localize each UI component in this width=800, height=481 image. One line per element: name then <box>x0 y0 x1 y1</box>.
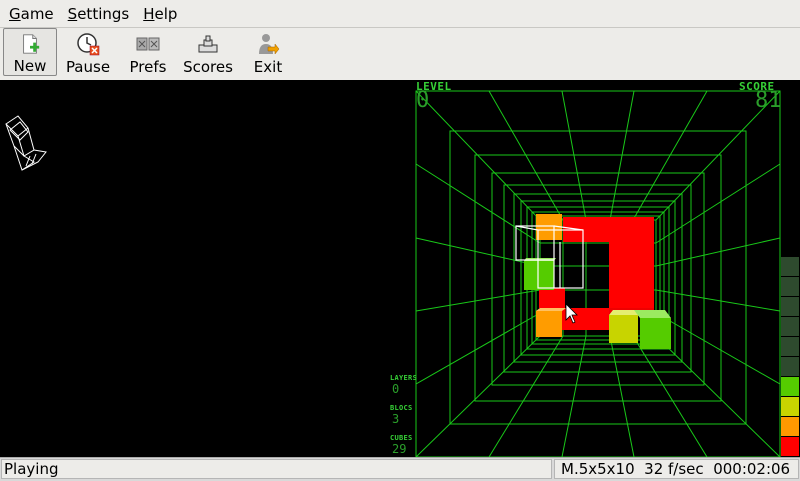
layer-level-cell <box>781 377 799 396</box>
toolbar: New Pause Prefs Scores Exit <box>0 28 800 80</box>
menu-bar: Game Settings Help <box>0 0 800 28</box>
exit-button[interactable]: Exit <box>239 28 297 76</box>
pause-button[interactable]: Pause <box>59 28 117 76</box>
menu-help[interactable]: Help <box>142 5 178 23</box>
game-area[interactable]: LEVEL 0 SCORE 81 LAYERS 0 BLOCS 3 CUBES … <box>0 80 800 457</box>
new-game-button[interactable]: New <box>3 28 57 76</box>
layer-level-cell <box>781 437 799 456</box>
menu-settings[interactable]: Settings <box>67 5 131 23</box>
layers-label: LAYERS <box>390 374 418 382</box>
game-canvas <box>5 90 799 457</box>
layer-level-cell <box>781 397 799 416</box>
cubes-value: 29 <box>392 442 407 456</box>
status-bar: Playing M.5x5x10 32 f/sec 000:02:06 <box>0 457 800 481</box>
settled-blocks <box>524 214 671 349</box>
trophy-icon <box>198 35 218 53</box>
layer-level-cell <box>781 297 799 316</box>
blocs-label: BLOCS <box>390 404 413 412</box>
layer-level-cell <box>781 317 799 336</box>
layer-level-cell <box>781 257 799 276</box>
level-value: 0 <box>416 88 430 113</box>
layer-indicator <box>781 257 799 456</box>
layer-level-cell <box>781 337 799 356</box>
layers-value: 0 <box>392 382 400 396</box>
preferences-icon <box>136 37 160 51</box>
next-piece-preview <box>5 115 47 171</box>
scores-button[interactable]: Scores <box>179 28 237 76</box>
prefs-button[interactable]: Prefs <box>119 28 177 76</box>
menu-game[interactable]: Game <box>8 5 55 23</box>
status-info: M.5x5x10 32 f/sec 000:02:06 <box>554 459 799 479</box>
exit-person-icon <box>259 34 280 55</box>
layer-level-cell <box>781 417 799 436</box>
new-document-icon <box>23 34 40 54</box>
clock-pause-icon <box>77 33 100 56</box>
score-value: 81 <box>755 88 782 113</box>
status-state: Playing <box>1 459 552 479</box>
well-grid <box>415 90 781 457</box>
cubes-label: CUBES <box>390 434 413 442</box>
layer-level-cell <box>781 277 799 296</box>
blocs-value: 3 <box>392 412 400 426</box>
layer-level-cell <box>781 357 799 376</box>
